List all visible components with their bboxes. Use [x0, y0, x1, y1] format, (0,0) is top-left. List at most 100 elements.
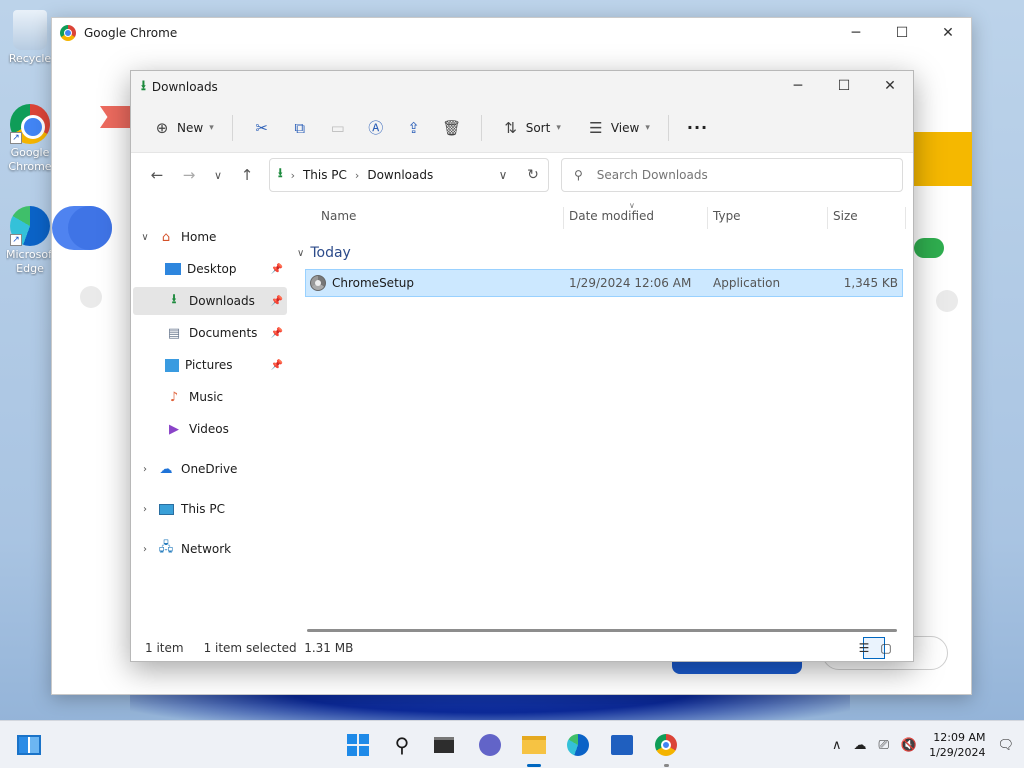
- desktop-icon-recycle-bin[interactable]: Recycle: [6, 10, 54, 66]
- clock-time: 12:09 AM: [933, 731, 986, 744]
- nav-item-label: Videos: [189, 422, 229, 436]
- column-header-size[interactable]: Size: [833, 209, 858, 223]
- start-button[interactable]: [343, 731, 373, 759]
- chrome-taskbar-button[interactable]: [651, 731, 681, 767]
- rename-button[interactable]: Ⓐ: [357, 112, 395, 144]
- column-header-name[interactable]: Name: [321, 209, 356, 223]
- refresh-icon[interactable]: ↻: [518, 167, 548, 183]
- nav-item-downloads[interactable]: ⭳ Downloads 📌: [133, 287, 287, 315]
- close-button[interactable]: ✕: [925, 18, 971, 48]
- nav-item-music[interactable]: ♪ Music: [133, 383, 287, 411]
- cut-button[interactable]: ✂: [243, 112, 281, 144]
- breadcrumb-downloads[interactable]: Downloads: [367, 168, 433, 182]
- address-history-chevron-icon[interactable]: ∨: [488, 168, 518, 182]
- onedrive-offline-icon[interactable]: ☁: [853, 738, 866, 753]
- shortcut-arrow-icon: ↗: [10, 132, 22, 144]
- search-box[interactable]: ⚲: [561, 158, 903, 192]
- paste-button[interactable]: ▭: [319, 112, 357, 144]
- chevron-expanded-icon: ∨: [141, 231, 149, 243]
- edge-taskbar-button[interactable]: [563, 731, 593, 759]
- chevron-down-icon: ∨: [213, 168, 223, 182]
- widgets-button[interactable]: [14, 731, 44, 759]
- network-status-icon[interactable]: ⎚: [878, 738, 888, 753]
- decorative-blue-button: [672, 660, 802, 674]
- file-explorer-taskbar-button[interactable]: [519, 731, 549, 767]
- sort-button[interactable]: ⇅ Sort ▾: [492, 112, 569, 144]
- address-bar[interactable]: ⭳ › This PC › Downloads ∨ ↻: [269, 158, 549, 192]
- volume-muted-icon[interactable]: 🔇: [901, 738, 917, 753]
- delete-button[interactable]: 🗑: [433, 112, 471, 144]
- file-explorer-window[interactable]: ⭳ Downloads ─ ☐ ✕ ⊕ New ▾ ✂ ⧉ ▭ Ⓐ ⇪ 🗑 ⇅ …: [130, 70, 914, 662]
- share-button[interactable]: ⇪: [395, 112, 433, 144]
- new-button-label: New: [177, 120, 204, 135]
- maximize-button[interactable]: ☐: [879, 18, 925, 48]
- task-view-button[interactable]: [429, 731, 459, 759]
- search-button[interactable]: ⚲: [387, 731, 417, 759]
- music-note-icon: ♪: [169, 389, 179, 405]
- chat-button[interactable]: [475, 731, 505, 759]
- breadcrumb-this-pc[interactable]: This PC: [303, 168, 347, 182]
- selection-info: 1 item selected 1.31 MB: [203, 641, 354, 655]
- desktop-icon-edge[interactable]: ↗ Microsoft Edge: [6, 206, 54, 276]
- column-header-type[interactable]: Type: [713, 209, 741, 223]
- nav-item-label: Downloads: [189, 294, 255, 308]
- minimize-button[interactable]: ─: [833, 18, 879, 48]
- decorative-dot: [80, 286, 102, 308]
- tiles-view-button[interactable]: ▢: [880, 637, 907, 659]
- taskbar: ⚲ ∧ ☁ ⎚ 🔇 12:09 AM 1/29/2024 🗨: [0, 720, 1024, 768]
- nav-item-label: OneDrive: [181, 462, 238, 476]
- chevron-expanded-icon: ∨: [297, 247, 305, 259]
- maximize-button[interactable]: ☐: [821, 71, 867, 101]
- show-hidden-icons-button[interactable]: ∧: [832, 738, 842, 753]
- desktop-icon-chrome[interactable]: ↗ Google Chrome: [6, 104, 54, 174]
- file-type: Application: [713, 276, 781, 290]
- close-button[interactable]: ✕: [867, 71, 913, 101]
- sort-button-label: Sort: [525, 120, 551, 135]
- home-icon: ⌂: [161, 229, 171, 245]
- column-divider: [827, 207, 828, 229]
- more-options-button[interactable]: ···: [679, 112, 716, 144]
- trash-icon: 🗑: [442, 118, 462, 137]
- video-icon: ▶: [169, 421, 179, 437]
- recent-locations-button[interactable]: ∨: [205, 161, 231, 189]
- active-app-indicator: [527, 764, 541, 767]
- chevron-right-icon: ›: [354, 168, 360, 182]
- search-input[interactable]: [596, 168, 877, 182]
- clock[interactable]: 12:09 AM 1/29/2024: [929, 730, 985, 760]
- store-taskbar-button[interactable]: [607, 731, 637, 759]
- explorer-title-bar[interactable]: ⭳ Downloads ─ ☐ ✕: [131, 71, 913, 103]
- nav-item-desktop[interactable]: Desktop 📌: [133, 255, 287, 283]
- installer-app-icon: [310, 275, 326, 291]
- new-button[interactable]: ⊕ New ▾: [143, 112, 222, 144]
- rename-icon: Ⓐ: [368, 119, 384, 137]
- nav-item-network[interactable]: › 🖧 Network: [137, 535, 287, 563]
- horizontal-scrollbar[interactable]: [307, 629, 897, 632]
- arrow-right-icon: →: [182, 166, 196, 184]
- ellipsis-icon: ···: [686, 118, 709, 137]
- table-row[interactable]: ChromeSetup 1/29/2024 12:06 AM Applicati…: [305, 269, 903, 297]
- pin-icon: 📌: [270, 263, 283, 275]
- group-label: Today: [310, 245, 351, 261]
- nav-item-onedrive[interactable]: › ☁ OneDrive: [137, 455, 287, 483]
- store-icon: [611, 735, 633, 755]
- nav-item-documents[interactable]: ▤ Documents 📌: [133, 319, 287, 347]
- back-button[interactable]: ←: [141, 161, 173, 189]
- column-header-date-modified[interactable]: Date modified: [569, 209, 654, 223]
- toolbar-divider: [480, 114, 482, 141]
- copy-button[interactable]: ⧉: [281, 112, 319, 144]
- group-header-today[interactable]: ∨ Today: [297, 245, 351, 261]
- toolbar-divider: [667, 114, 669, 141]
- desktop-icon-label: Google Chrome: [8, 146, 52, 173]
- chrome-title-bar[interactable]: Google Chrome ─ ☐ ✕: [52, 18, 971, 48]
- forward-button[interactable]: →: [173, 161, 205, 189]
- nav-item-pictures[interactable]: Pictures 📌: [133, 351, 287, 379]
- minimize-button[interactable]: ─: [775, 71, 821, 101]
- view-button[interactable]: ☰ View ▾: [577, 112, 658, 144]
- list-view-icon: ☰: [589, 118, 603, 137]
- nav-item-videos[interactable]: ▶ Videos: [133, 415, 287, 443]
- desktop-icon-label: Microsoft Edge: [6, 248, 54, 275]
- nav-item-this-pc[interactable]: › This PC: [137, 495, 287, 523]
- notification-icon[interactable]: 🗨: [997, 738, 1014, 753]
- up-button[interactable]: ↑: [231, 161, 263, 189]
- nav-item-home[interactable]: ∨ ⌂ Home: [137, 223, 287, 251]
